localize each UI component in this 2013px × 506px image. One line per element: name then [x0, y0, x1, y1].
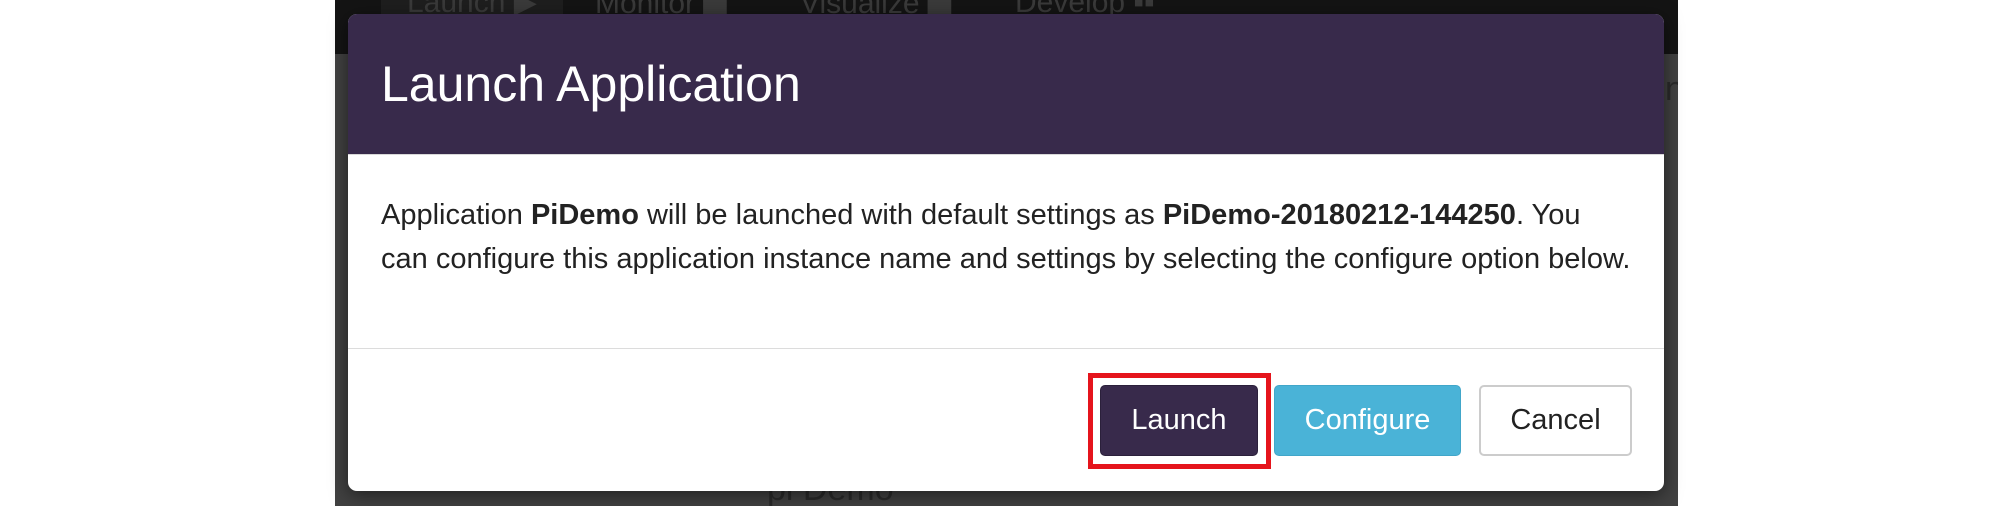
- dialog-title: Launch Application: [381, 56, 801, 112]
- instance-name: PiDemo-20180212-144250: [1162, 199, 1516, 231]
- message-prefix: Application: [381, 199, 531, 231]
- background-partial-text: n: [1665, 70, 1678, 108]
- launch-application-dialog: Launch Application Application PiDemo wi…: [348, 14, 1664, 491]
- message-middle: will be launched with default settings a…: [638, 199, 1163, 231]
- launch-button-highlight: [1088, 373, 1271, 469]
- application-name: PiDemo: [530, 199, 639, 231]
- dialog-footer: Launch Configure Cancel: [348, 349, 1664, 490]
- dialog-body: Application PiDemo will be launched with…: [348, 155, 1664, 349]
- dialog-header: Launch Application: [348, 14, 1664, 155]
- dialog-message: Application PiDemo will be launched with…: [381, 193, 1631, 281]
- screenshot-stage: Launch ▶ Monitor ▆ Visualize ▆ Develop ▪…: [0, 0, 2013, 506]
- configure-button[interactable]: Configure: [1274, 385, 1461, 456]
- cancel-button[interactable]: Cancel: [1479, 385, 1632, 456]
